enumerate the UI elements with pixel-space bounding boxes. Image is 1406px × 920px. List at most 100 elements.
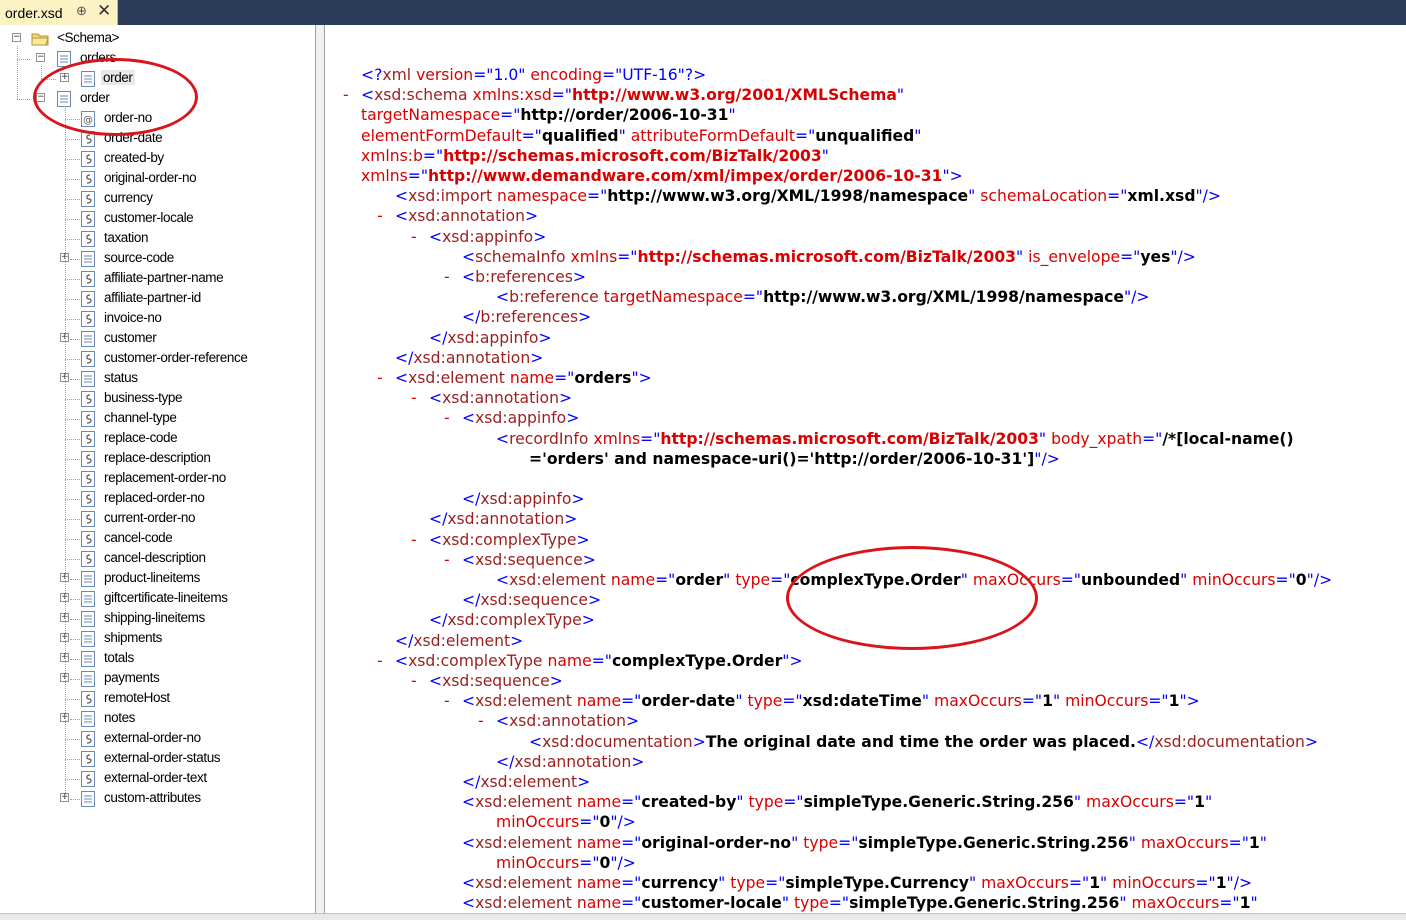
tree-node-cancel-description[interactable]: cancel-description [0,549,315,569]
tree-node-product-lineitems[interactable]: + product-lineitems [0,569,315,589]
pin-icon[interactable]: ⊕ [76,3,87,19]
xml-line: <xsd:annotation> [429,388,572,408]
xml-token: maxOccurs [1131,894,1220,913]
xml-token: ='orders' and namespace-uri()='http://or… [529,449,1035,468]
xml-token: =" [1021,692,1043,711]
tree-node-status[interactable]: + status [0,369,315,389]
pane-splitter[interactable] [316,25,325,913]
xml-token: < [462,268,476,286]
xml-token: http://www.w3.org/XML/1998/namespace [607,187,969,206]
tree-node-customer-order-reference[interactable]: customer-order-reference [0,349,315,369]
xml-line: <xsd:complexType> [429,530,590,550]
xml-token: name [576,793,622,812]
tree-guide-line [65,179,80,180]
xml-token: < [429,530,443,549]
xml-token: body_xpath [1051,429,1143,448]
xml-token: xsd:element [413,631,511,650]
tree-guide-line [70,259,80,260]
tree-node-order-date[interactable]: order-date [0,129,315,149]
xml-token: " [791,833,804,852]
xml-token: The original date and time the order was… [705,732,1136,751]
xml-token: </ [462,773,481,791]
tree-node-customer-locale[interactable]: customer-locale [0,209,315,229]
tree-node-external-order-text[interactable]: external-order-text [0,769,315,789]
tree-node-label: invoice-no [104,310,162,325]
tree-node-custom-attributes[interactable]: + custom-attributes [0,789,315,809]
tree-node-affiliate-partner-name[interactable]: affiliate-partner-name [0,269,315,289]
tree-node-source-code[interactable]: + source-code [0,249,315,269]
collapse-marker[interactable]: - [377,206,383,226]
tree-node-payments[interactable]: + payments [0,669,315,689]
tree-node-replacement-order-no[interactable]: replacement-order-no [0,469,315,489]
collapse-marker[interactable]: - [411,388,417,408]
tree-node-created-by[interactable]: created-by [0,149,315,169]
collapse-marker[interactable]: - [343,85,349,105]
xml-token: " [1180,571,1193,589]
tree-node-schema[interactable]: − <Schema> [0,29,315,49]
collapse-marker[interactable]: - [478,711,484,731]
tree-node-current-order-no[interactable]: current-order-no [0,509,315,529]
collapse-marker[interactable]: - [411,671,417,691]
tree-guide-line [70,659,80,660]
collapse-marker[interactable]: - [377,368,383,388]
tree-node-channel-type[interactable]: channel-type [0,409,315,429]
collapse-icon[interactable]: − [36,53,45,62]
tree-node-shipping-lineitems[interactable]: + shipping-lineitems [0,609,315,629]
xml-token: b:references [475,268,573,286]
xml-token: < [496,288,510,307]
xml-line: ='orders' and namespace-uri()='http://or… [529,449,1060,469]
collapse-icon[interactable]: − [12,33,21,42]
tree-node-notes[interactable]: + notes [0,709,315,729]
xml-line: <?xml version="1.0" encoding="UTF-16"?> [361,65,706,85]
tree-node-customer[interactable]: + customer [0,329,315,349]
xml-token: xmlns:b [361,146,423,165]
tree-node-original-order-no[interactable]: original-order-no [0,169,315,189]
tree-node-taxation[interactable]: taxation [0,229,315,249]
tree-node-giftcertificate-lineitems[interactable]: + giftcertificate-lineitems [0,589,315,609]
close-icon[interactable]: ✕ [97,1,111,21]
xml-token: currency [641,874,719,892]
xml-token: </ [395,631,414,650]
tree-node-currency[interactable]: currency [0,189,315,209]
annotation-circle-tree [33,58,198,136]
xml-token: http://www.w3.org/2001/XMLSchema [571,86,897,105]
xml-token: " [921,692,934,711]
tree-node-label: shipments [104,630,162,645]
tree-node-shipments[interactable]: + shipments [0,629,315,649]
tree-node-cancel-code[interactable]: cancel-code [0,529,315,549]
schema-tree-view[interactable]: − <Schema> − orders + order − order @ order-no ord… [0,25,316,913]
collapse-marker[interactable]: - [444,550,450,570]
tree-node-affiliate-partner-id[interactable]: affiliate-partner-id [0,289,315,309]
tree-node-label: customer-order-reference [104,350,248,365]
xml-token: xsd:documentation [1154,732,1305,751]
tree-node-replace-description[interactable]: replace-description [0,449,315,469]
xml-token: targetNamespace [603,288,743,307]
xml-line: <xsd:sequence> [429,671,563,691]
xml-token: xsd:documentation [542,732,693,751]
tree-node-replaced-order-no[interactable]: replaced-order-no [0,489,315,509]
xml-token: " [728,106,736,125]
xml-token: < [429,389,443,408]
tree-node-business-type[interactable]: business-type [0,389,315,409]
collapse-marker[interactable]: - [444,408,450,428]
tree-node-label: cancel-code [104,530,173,545]
xml-line: </xsd:sequence> [462,590,601,610]
tab-order-xsd[interactable]: order.xsd ⊕ ✕ [0,0,118,25]
tree-guide-line [65,459,80,460]
tree-guide-line [65,439,80,440]
collapse-marker[interactable]: - [444,267,450,287]
tree-node-invoice-no[interactable]: invoice-no [0,309,315,329]
tree-node-external-order-no[interactable]: external-order-no [0,729,315,749]
collapse-marker[interactable]: - [377,651,383,671]
tree-node-external-order-status[interactable]: external-order-status [0,749,315,769]
collapse-marker[interactable]: - [444,691,450,711]
xml-token: </ [462,308,481,327]
xml-token: b:reference [509,288,604,307]
xml-token: simpleType.Generic.String.256 [803,793,1074,812]
tree-node-remoteHost[interactable]: remoteHost [0,689,315,709]
collapse-marker[interactable]: - [411,530,417,550]
collapse-marker[interactable]: - [411,227,417,247]
tree-guide-line [65,199,80,200]
tree-node-totals[interactable]: + totals [0,649,315,669]
tree-node-replace-code[interactable]: replace-code [0,429,315,449]
